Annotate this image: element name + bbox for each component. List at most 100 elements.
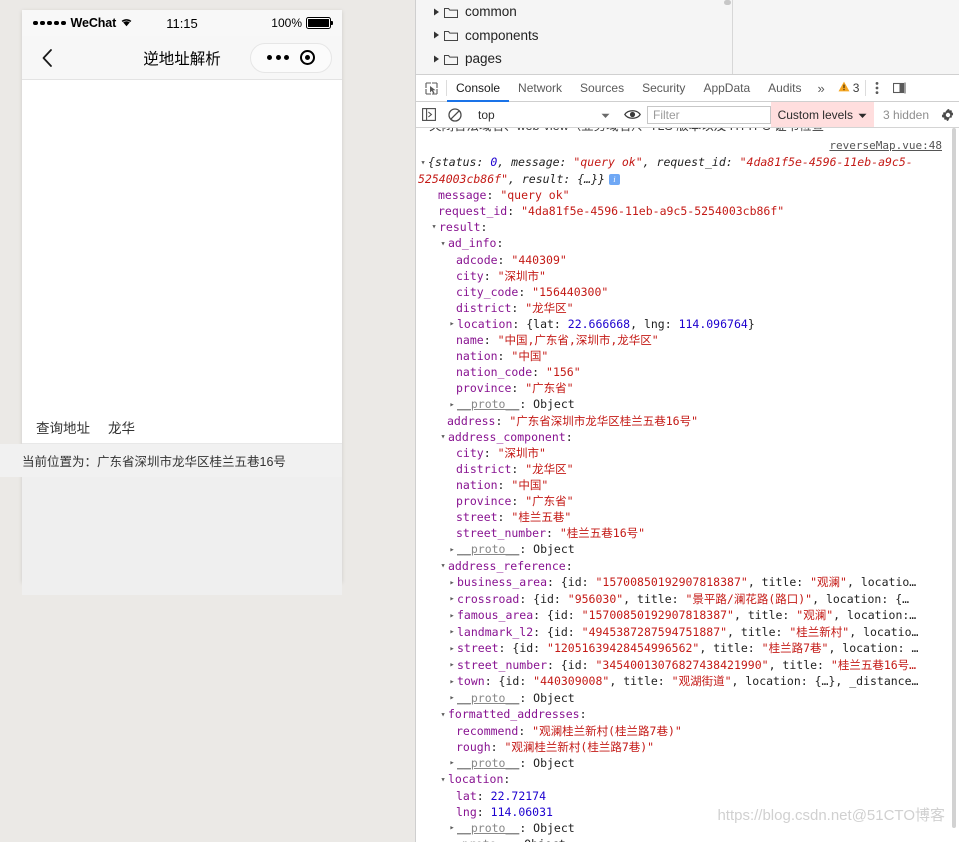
- console-property-row[interactable]: __proto__: Object: [416, 396, 948, 413]
- disclosure-triangle[interactable]: [447, 641, 457, 657]
- disclosure-triangle[interactable]: [438, 772, 448, 788]
- console-scrollbar[interactable]: [948, 128, 959, 842]
- disclosure-triangle[interactable]: [447, 316, 457, 332]
- close-target-icon[interactable]: [300, 50, 315, 65]
- console-property-row[interactable]: __proto__: Object: [416, 820, 948, 837]
- folder-icon: [444, 53, 458, 65]
- disclosure-triangle[interactable]: [447, 397, 457, 413]
- wechat-capsule-button[interactable]: [250, 43, 332, 73]
- property-key[interactable]: __proto__: [457, 397, 519, 411]
- disclosure-triangle[interactable]: [447, 624, 457, 640]
- disclosure-triangle[interactable]: [447, 542, 457, 558]
- disclosure-triangle[interactable]: [447, 608, 457, 624]
- file-tree-item-common[interactable]: common: [416, 0, 959, 24]
- chevron-right-icon[interactable]: [430, 55, 442, 63]
- warning-count-badge[interactable]: 3: [832, 75, 866, 101]
- disclosure-triangle[interactable]: [447, 820, 457, 836]
- console-property-row[interactable]: street_number: {id: "3454001307682743842…: [416, 657, 948, 674]
- more-dots-icon[interactable]: [267, 55, 289, 60]
- live-expression-eye-icon[interactable]: [618, 109, 646, 120]
- tab-sources[interactable]: Sources: [571, 75, 633, 101]
- property-key[interactable]: __proto__: [457, 756, 519, 770]
- console-message-group: reverseMap.vue:48 {status: 0, message: "…: [416, 138, 948, 842]
- disclosure-triangle[interactable]: [447, 591, 457, 607]
- tab-audits[interactable]: Audits: [759, 75, 810, 101]
- disclosure-triangle[interactable]: [429, 219, 439, 235]
- disclosure-triangle[interactable]: [438, 837, 448, 842]
- object-property-rows: message: "query ok"request_id: "4da81f5e…: [416, 187, 948, 842]
- console-property-row[interactable]: landmark_l2: {id: "4945387287594751887",…: [416, 624, 948, 641]
- tab-console[interactable]: Console: [447, 75, 509, 101]
- info-badge-icon[interactable]: i: [609, 174, 620, 185]
- tab-security[interactable]: Security: [633, 75, 694, 101]
- console-log-panel[interactable]: 关闭合法域名、web-view（业务域名）、TLS 版本以及 HTTPS 证书检…: [416, 128, 959, 842]
- property-key: city_code: [456, 285, 518, 299]
- source-link[interactable]: reverseMap.vue:48: [416, 138, 948, 154]
- disclosure-triangle[interactable]: [447, 575, 457, 591]
- file-tree-item-components[interactable]: components: [416, 24, 959, 48]
- console-property-row[interactable]: location: {lat: 22.666668, lng: 114.0967…: [416, 316, 948, 333]
- disclosure-triangle[interactable]: [447, 755, 457, 771]
- property-key[interactable]: __proto__: [448, 837, 510, 842]
- property-key[interactable]: __proto__: [457, 542, 519, 556]
- console-property-row[interactable]: business_area: {id: "1570085019290781838…: [416, 574, 948, 591]
- console-property-row[interactable]: ad_info:: [416, 235, 948, 252]
- disclosure-triangle[interactable]: [438, 429, 448, 445]
- phone-nav-bar: 逆地址解析: [22, 36, 342, 80]
- inspect-element-icon[interactable]: [416, 75, 446, 101]
- query-address-label: 查询地址: [36, 417, 90, 437]
- disclosure-triangle[interactable]: [438, 236, 448, 252]
- console-property-row[interactable]: __proto__: Object: [416, 836, 948, 842]
- console-sidebar-toggle-icon[interactable]: [416, 108, 442, 121]
- chevron-left-icon[interactable]: [32, 43, 62, 73]
- console-property-row[interactable]: street: {id: "12051639428454996562", tit…: [416, 640, 948, 657]
- log-levels-selector[interactable]: Custom levels: [771, 102, 874, 127]
- clear-console-icon[interactable]: [442, 108, 468, 122]
- disclosure-triangle[interactable]: [438, 707, 448, 723]
- chevron-right-icon[interactable]: [430, 31, 442, 39]
- tab-appdata[interactable]: AppData: [694, 75, 759, 101]
- object-summary-line[interactable]: {status: 0, message: "query ok", request…: [416, 154, 948, 187]
- tab-label: Console: [456, 81, 500, 95]
- console-settings-gear-icon[interactable]: [937, 108, 959, 122]
- console-property-row[interactable]: town: {id: "440309008", title: "观湖街道", l…: [416, 673, 948, 690]
- tab-network[interactable]: Network: [509, 75, 571, 101]
- property-key: province: [456, 381, 511, 395]
- dock-position-icon[interactable]: [888, 75, 912, 101]
- disclosure-triangle[interactable]: [447, 674, 457, 690]
- property-value: : "龙华区": [511, 301, 573, 315]
- console-property-row[interactable]: __proto__: Object: [416, 755, 948, 772]
- console-property-row[interactable]: address_component:: [416, 429, 948, 446]
- file-tree-panel: common components pages static: [416, 0, 959, 75]
- property-key[interactable]: __proto__: [457, 821, 519, 835]
- file-tree-item-pages[interactable]: pages: [416, 47, 959, 71]
- console-property-row[interactable]: result:: [416, 219, 948, 236]
- chevron-right-icon[interactable]: [430, 8, 442, 16]
- console-property-row: lng: 114.06031: [416, 804, 948, 820]
- console-scroll-thumb[interactable]: [952, 128, 956, 828]
- disclosure-triangle[interactable]: [418, 155, 428, 171]
- property-value: : {id: "12051639428454996562", title: "桂…: [499, 641, 919, 655]
- disclosure-triangle[interactable]: [447, 657, 457, 673]
- console-property-row: nation_code: "156": [416, 364, 948, 380]
- console-property-row[interactable]: crossroad: {id: "956030", title: "景平路/澜花…: [416, 591, 948, 608]
- property-value: : "4da81f5e-4596-11eb-a9c5-5254003cb86f": [507, 204, 784, 218]
- property-key[interactable]: __proto__: [457, 691, 519, 705]
- disclosure-triangle[interactable]: [438, 558, 448, 574]
- console-property-row[interactable]: address_reference:: [416, 558, 948, 575]
- console-property-row[interactable]: formatted_addresses:: [416, 706, 948, 723]
- property-value: :: [481, 220, 488, 234]
- map-view[interactable]: [22, 80, 342, 410]
- query-address-value[interactable]: 龙华: [108, 417, 135, 437]
- console-property-row[interactable]: famous_area: {id: "15700850192907818387"…: [416, 607, 948, 624]
- console-property-row[interactable]: __proto__: Object: [416, 541, 948, 558]
- console-property-row[interactable]: location:: [416, 771, 948, 788]
- console-property-row[interactable]: __proto__: Object: [416, 690, 948, 707]
- property-key: address_component: [448, 430, 566, 444]
- more-tabs-icon[interactable]: »: [811, 75, 832, 101]
- execution-context-selector[interactable]: top: [469, 108, 617, 122]
- property-key: crossroad: [457, 592, 519, 606]
- devtools-menu-icon[interactable]: [866, 75, 888, 101]
- disclosure-triangle[interactable]: [447, 690, 457, 706]
- console-filter-input[interactable]: [647, 106, 771, 124]
